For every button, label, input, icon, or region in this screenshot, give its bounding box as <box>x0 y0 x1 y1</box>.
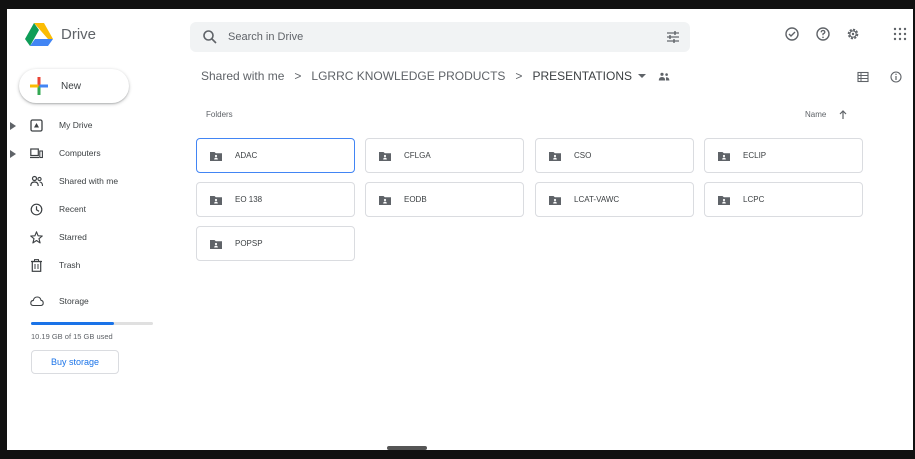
chevron-down-icon[interactable] <box>638 73 647 79</box>
shared-folder-icon <box>549 196 561 205</box>
folder-tile-popsp[interactable]: POPSP <box>196 226 355 261</box>
sidebar-item-shared-with-me[interactable]: Shared with me <box>7 168 177 196</box>
shared-folder-icon <box>210 152 222 161</box>
search-bar[interactable] <box>190 22 690 52</box>
shared-folder-icon <box>379 152 391 161</box>
folder-name: ADAC <box>235 151 258 160</box>
breadcrumb-separator: > <box>294 69 302 83</box>
folders-section-label: Folders <box>206 110 233 119</box>
breadcrumb-item-presentations[interactable]: PRESENTATIONS <box>532 69 632 83</box>
folder-tile-cflga[interactable]: CFLGA <box>365 138 524 173</box>
search-icon[interactable] <box>202 29 218 45</box>
folder-tile-eodb[interactable]: EODB <box>365 182 524 217</box>
computers-icon <box>30 148 43 159</box>
sidebar-item-recent[interactable]: Recent <box>7 196 177 224</box>
folder-tile-eo-138[interactable]: EO 138 <box>196 182 355 217</box>
star-icon <box>30 231 43 244</box>
shared-folder-icon <box>718 196 730 205</box>
expand-caret-icon[interactable] <box>10 122 16 130</box>
shared-with-me-icon <box>30 175 43 187</box>
search-options-icon[interactable] <box>666 30 680 44</box>
breadcrumb-item-lgrrc[interactable]: LGRRC KNOWLEDGE PRODUCTS <box>311 69 505 83</box>
sidebar-item-label: Starred <box>59 232 87 242</box>
folder-tile-lcpc[interactable]: LCPC <box>704 182 863 217</box>
shared-folder-icon <box>379 196 391 205</box>
cloud-icon <box>30 296 44 307</box>
sidebar-item-my-drive[interactable]: My Drive <box>7 112 177 140</box>
new-button[interactable]: New <box>19 69 129 103</box>
offline-ready-icon[interactable] <box>784 26 800 42</box>
breadcrumb: Shared with me > LGRRC KNOWLEDGE PRODUCT… <box>201 67 670 85</box>
expand-caret-icon[interactable] <box>10 150 16 158</box>
drive-window: Drive Search in Drive New My Drive Compu… <box>7 9 913 450</box>
folder-name: LCPC <box>743 195 765 204</box>
buy-storage-button[interactable]: Buy storage <box>31 350 119 374</box>
app-title: Drive <box>61 25 97 43</box>
folder-tile-adac[interactable]: ADAC <box>196 138 355 173</box>
sidebar-item-computers[interactable]: Computers <box>7 140 177 168</box>
list-view-icon[interactable] <box>857 71 869 83</box>
folder-name: EODB <box>404 195 427 204</box>
shared-folder-icon <box>549 152 561 161</box>
sidebar-item-trash[interactable]: Trash <box>7 252 177 280</box>
sidebar-nav: My Drive Computers Shared with me Recent… <box>7 112 177 280</box>
settings-gear-icon[interactable] <box>845 26 861 42</box>
shared-folder-icon <box>210 240 222 249</box>
folder-tile-eclip[interactable]: ECLIP <box>704 138 863 173</box>
shared-folder-icon <box>718 152 730 161</box>
search-input[interactable] <box>228 31 628 43</box>
sidebar-item-label: Shared with me <box>59 176 119 186</box>
storage-usage-fill <box>31 322 114 325</box>
recent-clock-icon <box>30 203 43 216</box>
sidebar-item-label: Trash <box>59 260 81 270</box>
folder-name: POPSP <box>235 239 263 248</box>
storage-usage-bar <box>31 322 153 325</box>
help-icon[interactable] <box>815 26 831 42</box>
new-button-label: New <box>61 80 82 92</box>
apps-grid-icon[interactable] <box>892 26 908 42</box>
scrollbar-handle[interactable] <box>387 446 427 450</box>
folder-name: CSO <box>574 151 592 160</box>
folder-name: ECLIP <box>743 151 767 160</box>
storage-label: Storage <box>59 296 89 306</box>
top-bar: Drive <box>7 9 913 59</box>
sidebar-item-label: My Drive <box>59 120 93 130</box>
sidebar-item-label: Recent <box>59 204 86 214</box>
folder-tile-cso[interactable]: CSO <box>535 138 694 173</box>
folder-name: CFLGA <box>404 151 431 160</box>
storage-usage-text: 10.19 GB of 15 GB used <box>31 332 113 341</box>
drive-logo-link[interactable]: Drive <box>25 19 96 49</box>
breadcrumb-separator: > <box>515 69 523 83</box>
folder-name: EO 138 <box>235 195 263 204</box>
shared-folder-people-icon[interactable] <box>658 72 670 81</box>
breadcrumb-item-shared-with-me[interactable]: Shared with me <box>201 69 284 83</box>
shared-folder-icon <box>210 196 222 205</box>
folder-tile-lcat-vawc[interactable]: LCAT-VAWC <box>535 182 694 217</box>
plus-icon <box>30 77 48 95</box>
sidebar-item-starred[interactable]: Starred <box>7 224 177 252</box>
sort-ascending-arrow-icon[interactable] <box>839 110 847 119</box>
sidebar-item-storage[interactable]: Storage <box>7 291 177 313</box>
my-drive-icon <box>30 119 43 132</box>
sort-by-name-button[interactable]: Name <box>805 110 826 119</box>
trash-icon <box>31 259 42 272</box>
drive-logo-icon <box>25 23 53 46</box>
info-icon[interactable] <box>890 71 902 83</box>
sidebar-item-label: Computers <box>59 148 101 158</box>
folder-name: LCAT-VAWC <box>574 195 620 204</box>
